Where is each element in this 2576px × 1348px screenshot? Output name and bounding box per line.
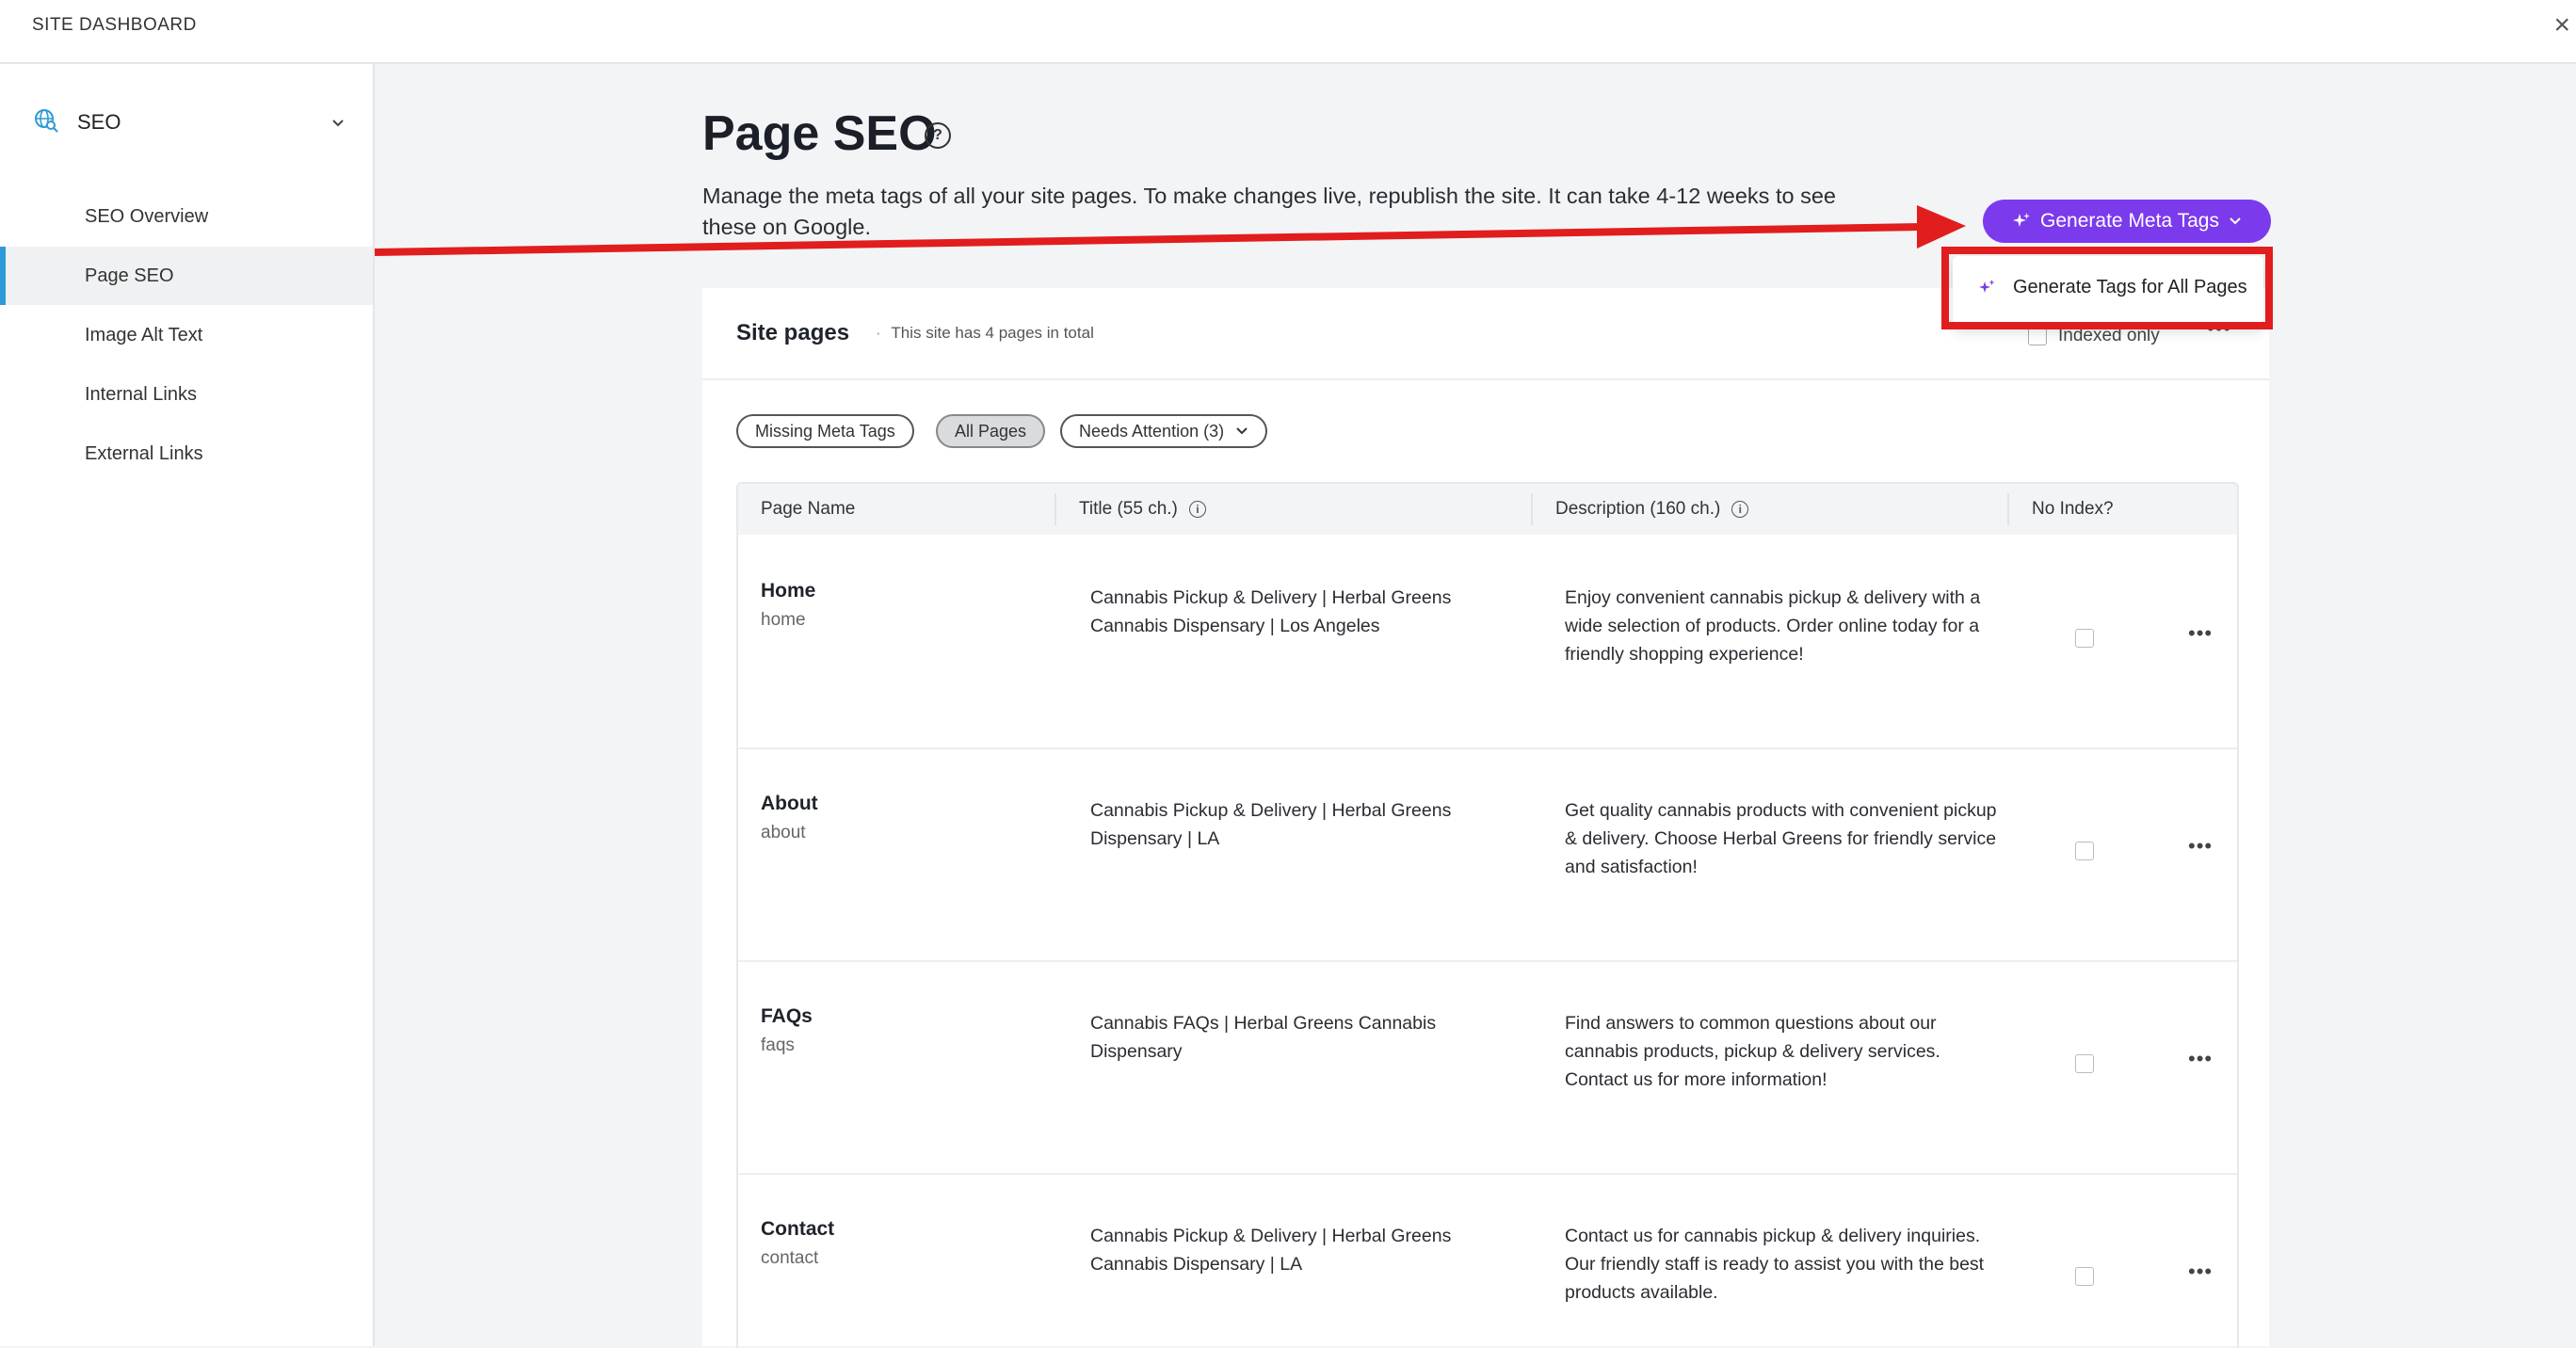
column-title: Title (55 ch.) i [1079,484,1206,535]
sidebar-item-image-alt-text[interactable]: Image Alt Text [0,306,373,364]
more-icon[interactable]: ••• [2188,834,2213,859]
site-pages-title: Site pages [736,320,850,345]
generate-meta-tags-button[interactable]: Generate Meta Tags [1983,200,2271,243]
no-index-checkbox[interactable] [2075,1267,2094,1286]
filter-needs-attention-label: Needs Attention (3) [1079,422,1225,441]
page-meta-description[interactable]: Get quality cannabis products with conve… [1565,796,1998,881]
page-meta-title[interactable]: Cannabis Pickup & Delivery | Herbal Gree… [1090,1222,1523,1278]
sidebar-section-seo[interactable]: SEO [34,102,345,143]
page-slug: about [761,823,806,842]
column-description: Description (160 ch.) i [1555,484,1749,535]
table-header: Page Name Title (55 ch.) i Description (1… [738,484,2237,535]
site-dashboard-title: SITE DASHBOARD [32,15,197,35]
page-title: Page SEO [702,106,937,161]
indexed-only-toggle[interactable]: Indexed only [2028,326,2160,346]
column-separator [2007,493,2009,525]
page-meta-title[interactable]: Cannabis Pickup & Delivery | Herbal Gree… [1090,796,1523,853]
column-separator [1531,493,1533,525]
info-icon[interactable]: i [1188,500,1206,518]
sidebar-item-external-links[interactable]: External Links [0,425,373,483]
page-name[interactable]: FAQs [761,1005,813,1028]
table-row: FAQs faqs Cannabis FAQs | Herbal Greens … [738,960,2237,1175]
sidebar: SEO SEO Overview Page SEO Image Alt Text… [0,64,375,1346]
page-name[interactable]: Home [761,580,815,602]
filter-needs-attention[interactable]: Needs Attention (3) [1060,414,1268,448]
chevron-down-icon [2230,217,2241,225]
table-row: About about Cannabis Pickup & Delivery |… [738,747,2237,962]
generate-dropdown-menu: Generate Tags for All Pages [1953,256,2263,328]
generate-tags-all-pages-item[interactable]: Generate Tags for All Pages [1977,277,2247,298]
more-icon[interactable]: ••• [2188,621,2213,646]
column-no-index: No Index? [2032,499,2114,519]
sidebar-item-internal-links[interactable]: Internal Links [0,365,373,424]
page-slug: faqs [761,1035,795,1055]
page-meta-description[interactable]: Contact us for cannabis pickup & deliver… [1565,1222,1998,1307]
column-page-name: Page Name [761,499,856,519]
column-description-label: Description (160 ch.) [1555,499,1721,519]
globe-search-icon [34,108,58,137]
column-separator [1055,493,1056,525]
page-meta-description[interactable]: Find answers to common questions about o… [1565,1009,1998,1094]
close-icon[interactable]: × [2553,9,2570,41]
page-meta-title[interactable]: Cannabis Pickup & Delivery | Herbal Gree… [1090,584,1523,640]
sidebar-item-seo-overview[interactable]: SEO Overview [0,187,373,246]
help-icon[interactable]: ? [925,122,951,149]
info-icon[interactable]: i [1731,500,1749,518]
page-slug: contact [761,1248,819,1268]
sparkle-icon [2013,213,2031,227]
no-index-checkbox[interactable] [2075,842,2094,860]
more-icon[interactable]: ••• [2188,1047,2213,1071]
page-name[interactable]: Contact [761,1218,834,1241]
table-row: Home home Cannabis Pickup & Delivery | H… [738,535,2237,749]
no-index-checkbox[interactable] [2075,629,2094,648]
filter-all-pages[interactable]: All Pages [936,414,1046,448]
page-name[interactable]: About [761,793,818,815]
no-index-checkbox[interactable] [2075,1054,2094,1073]
top-bar: SITE DASHBOARD × [0,0,2576,64]
chevron-down-icon[interactable] [331,113,345,133]
sidebar-section-label: SEO [77,110,121,134]
generate-meta-tags-label: Generate Meta Tags [2040,210,2219,232]
pages-table: Page Name Title (55 ch.) i Description (1… [736,482,2239,1348]
more-icon[interactable]: ••• [2188,1260,2213,1284]
indexed-only-checkbox[interactable] [2028,327,2047,345]
generate-tags-all-pages-label: Generate Tags for All Pages [2013,277,2247,297]
page-description: Manage the meta tags of all your site pa… [702,184,1836,239]
site-pages-card: Site pages This site has 4 pages in tota… [702,288,2269,1348]
page-meta-title[interactable]: Cannabis FAQs | Herbal Greens Cannabis D… [1090,1009,1523,1066]
page-meta-description[interactable]: Enjoy convenient cannabis pickup & deliv… [1565,584,1998,668]
page-slug: home [761,610,806,630]
table-row: Contact contact Cannabis Pickup & Delive… [738,1173,2237,1348]
chevron-down-icon [1236,427,1248,435]
column-title-label: Title (55 ch.) [1079,499,1178,519]
filter-missing-meta-tags[interactable]: Missing Meta Tags [736,414,914,448]
site-pages-count: This site has 4 pages in total [876,324,1093,343]
divider [702,378,2269,380]
sidebar-item-page-seo[interactable]: Page SEO [0,247,373,305]
indexed-only-label: Indexed only [2058,326,2160,345]
sparkle-icon [1979,279,1995,293]
